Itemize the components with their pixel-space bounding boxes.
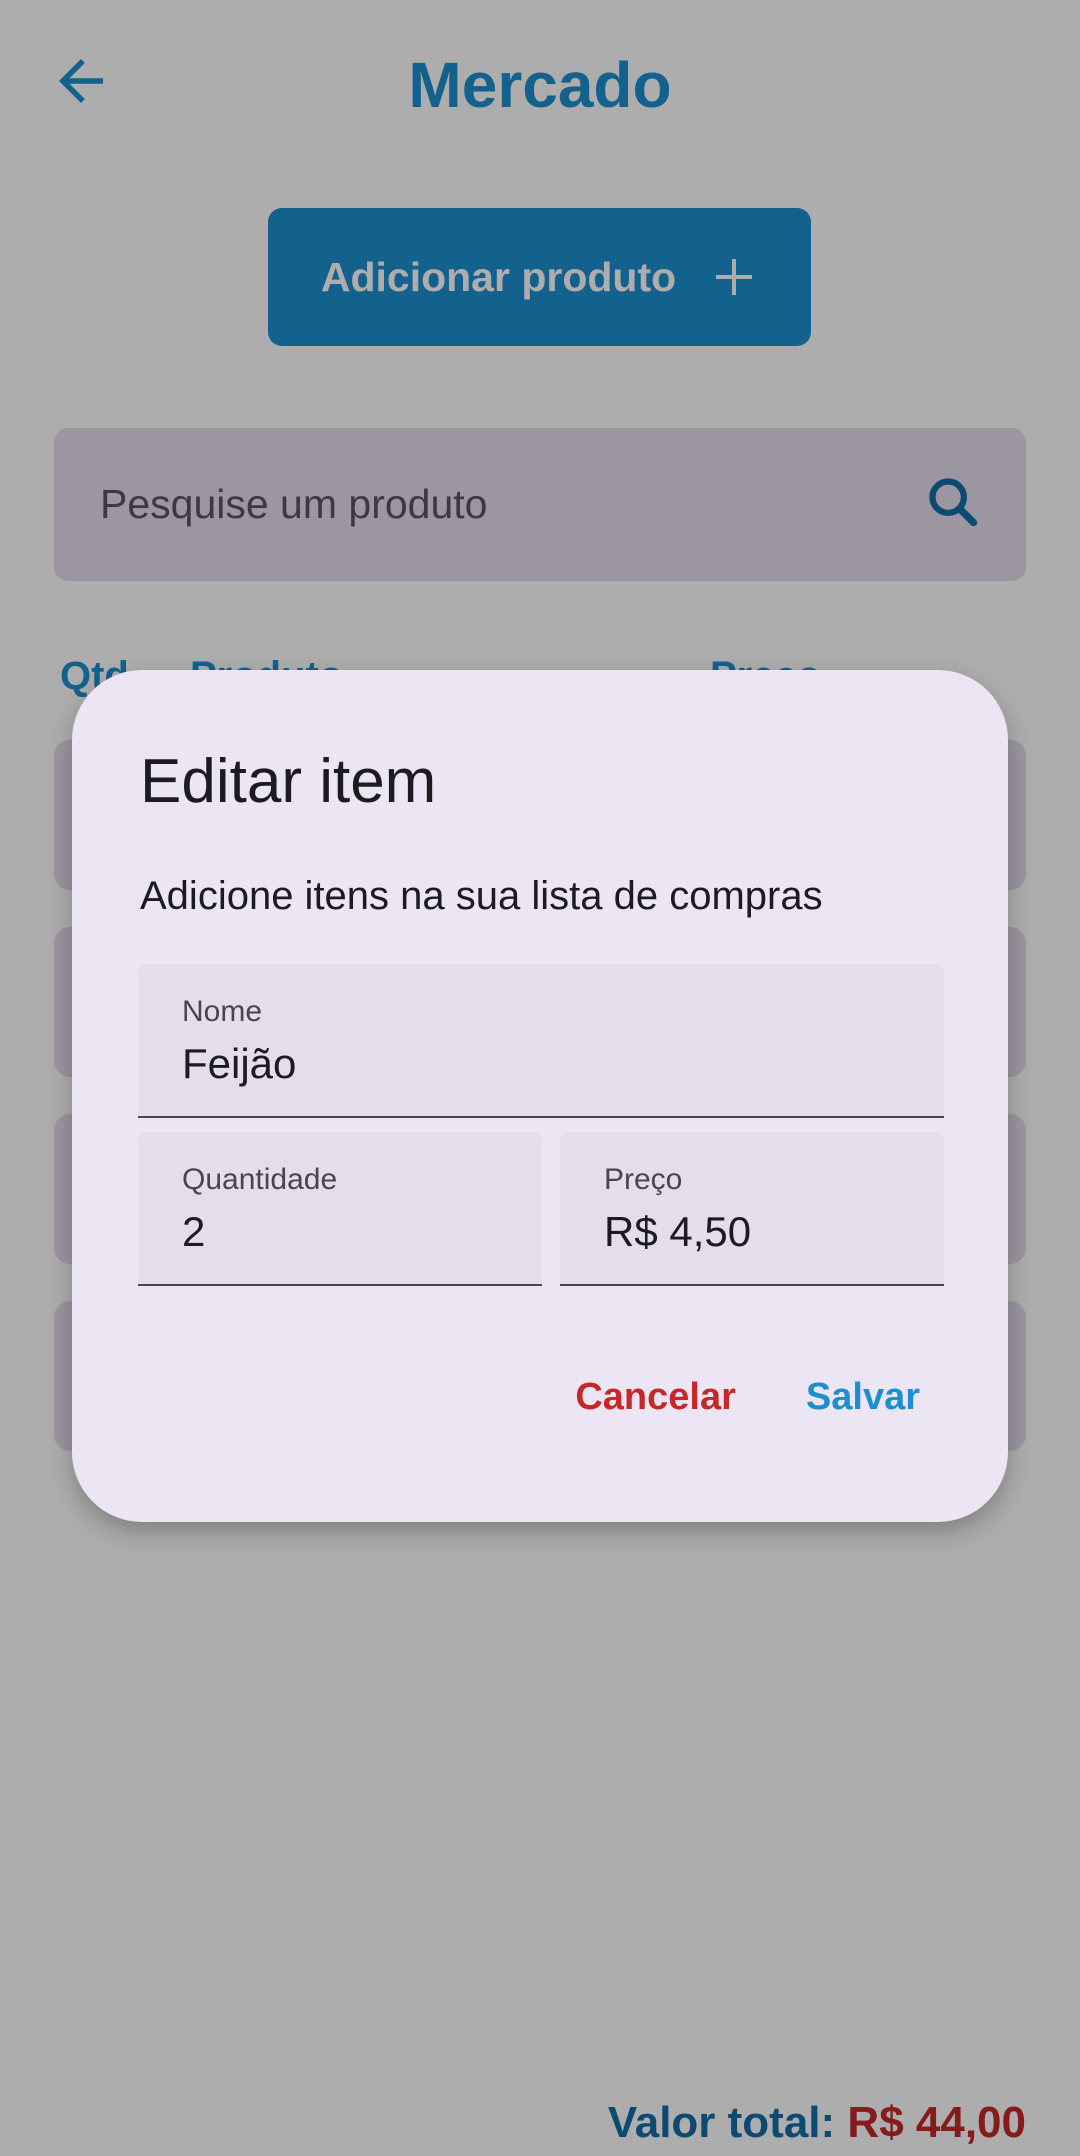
price-field[interactable]: Preço xyxy=(560,1132,944,1286)
price-input[interactable] xyxy=(604,1208,910,1256)
cancel-button[interactable]: Cancelar xyxy=(575,1376,736,1419)
save-button[interactable]: Salvar xyxy=(806,1376,920,1419)
name-field[interactable]: Nome xyxy=(138,964,944,1118)
dialog-title: Editar item xyxy=(140,747,437,816)
dialog-subtitle: Adicione itens na sua lista de compras xyxy=(140,874,823,918)
dialog-actions: Cancelar Salvar xyxy=(575,1376,920,1419)
edit-item-dialog: Editar item Adicione itens na sua lista … xyxy=(72,670,1008,1522)
quantity-field[interactable]: Quantidade xyxy=(138,1132,542,1286)
name-label: Nome xyxy=(182,995,263,1028)
quantity-input[interactable] xyxy=(182,1208,506,1256)
price-label: Preço xyxy=(604,1163,683,1196)
name-input[interactable] xyxy=(182,1040,868,1088)
quantity-label: Quantidade xyxy=(182,1163,338,1196)
